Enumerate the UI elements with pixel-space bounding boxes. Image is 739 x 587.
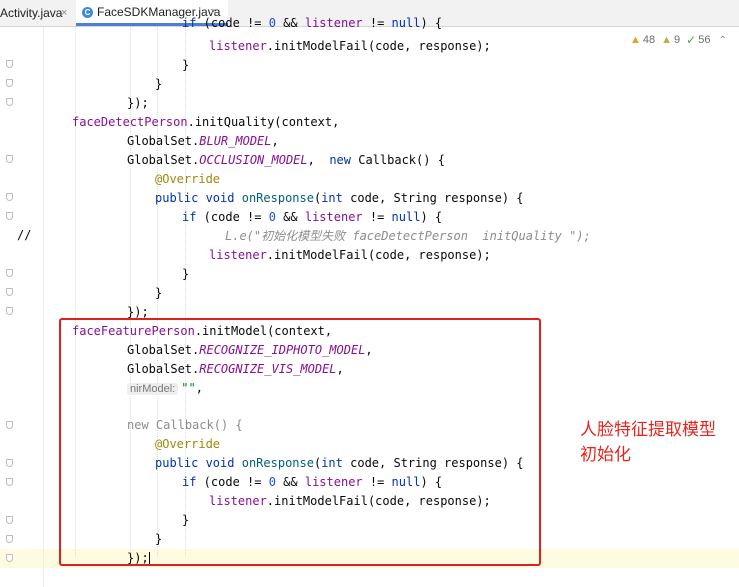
code-line: @Override: [155, 172, 221, 186]
highlight-box: [59, 318, 541, 566]
fold-marker-icon[interactable]: [6, 307, 13, 315]
weak-warning-count: 9: [674, 34, 681, 46]
fold-marker-icon[interactable]: [6, 288, 13, 296]
code-line: if (code != 0 && listener != null) {: [182, 210, 443, 224]
code-line: if (code != 0 && listener != null) {: [182, 16, 443, 30]
code-line: listener.initModelFail(code, response);: [209, 39, 491, 53]
warning-icon: ▲: [630, 34, 641, 46]
fold-marker-icon[interactable]: [6, 212, 13, 220]
line-comment-marker: //: [17, 228, 32, 242]
code-line: public void onResponse(int code, String …: [155, 191, 524, 205]
code-line: });: [127, 96, 149, 110]
tab-activity-java[interactable]: Activity.java ×: [0, 0, 76, 26]
inspection-widget[interactable]: ▲ 48 ▲ 9 ✓ 56 ⌃: [630, 33, 727, 47]
code-line: GlobalSet.BLUR_MODEL,: [127, 134, 279, 148]
code-line: }: [155, 286, 163, 300]
fold-marker-icon[interactable]: [6, 60, 13, 68]
weak-warning-icon: ▲: [661, 34, 673, 46]
annotation-note: 人脸特征提取模型 初始化: [580, 418, 716, 468]
warning-count: 48: [642, 34, 656, 46]
typo-count: 56: [698, 34, 711, 46]
gutter-separator: [43, 27, 44, 587]
close-icon[interactable]: ×: [61, 7, 67, 19]
code-line: GlobalSet.OCCLUSION_MODEL, new Callback(…: [127, 153, 445, 167]
code-line: listener.initModelFail(code, response);: [209, 248, 491, 262]
fold-marker-icon[interactable]: [6, 269, 13, 277]
code-line: L.e("初始化模型失败 faceDetectPerson initQualit…: [225, 229, 591, 243]
fold-marker-icon[interactable]: [6, 421, 13, 429]
code-line: }: [155, 77, 163, 91]
fold-marker-icon[interactable]: [6, 535, 13, 543]
annotation-line: 人脸特征提取模型: [580, 420, 716, 440]
annotation-line: 初始化: [580, 445, 631, 465]
typo-check-icon: ✓: [686, 33, 697, 47]
chevron-up-icon[interactable]: ⌃: [718, 35, 726, 46]
fold-marker-icon[interactable]: [6, 478, 13, 486]
tab-label: Activity.java: [0, 6, 63, 20]
fold-marker-icon[interactable]: [6, 193, 13, 201]
fold-marker-icon[interactable]: [6, 516, 13, 524]
fold-marker-icon[interactable]: [6, 79, 13, 87]
code-line: }: [182, 58, 190, 72]
code-line: }: [182, 267, 190, 281]
fold-marker-icon[interactable]: [6, 155, 13, 163]
fold-marker-icon[interactable]: [6, 98, 13, 106]
code-line: faceDetectPerson.initQuality(context,: [72, 115, 340, 129]
java-class-icon: C: [82, 7, 93, 18]
fold-marker-icon[interactable]: [6, 459, 13, 467]
fold-marker-icon[interactable]: [6, 554, 13, 562]
